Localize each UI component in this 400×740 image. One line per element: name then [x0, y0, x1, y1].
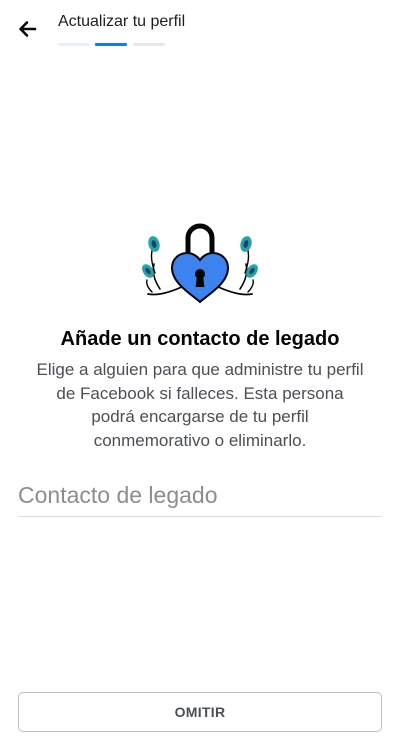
- header: Actualizar tu perfil: [0, 0, 400, 56]
- section-title: Añade un contacto de legado: [60, 328, 340, 350]
- legacy-contact-input[interactable]: [18, 474, 382, 517]
- back-button[interactable]: [16, 16, 42, 42]
- skip-button[interactable]: OMITIR: [18, 692, 382, 732]
- progress-step-2: [95, 43, 127, 46]
- arrow-left-icon: [19, 21, 37, 37]
- progress-step-3: [133, 43, 165, 46]
- page-title: Actualizar tu perfil: [58, 13, 186, 30]
- section-description: Elige a alguien para que administre tu p…: [36, 360, 364, 450]
- heart-padlock-illustration: [138, 222, 262, 304]
- progress-step-1: [58, 43, 90, 46]
